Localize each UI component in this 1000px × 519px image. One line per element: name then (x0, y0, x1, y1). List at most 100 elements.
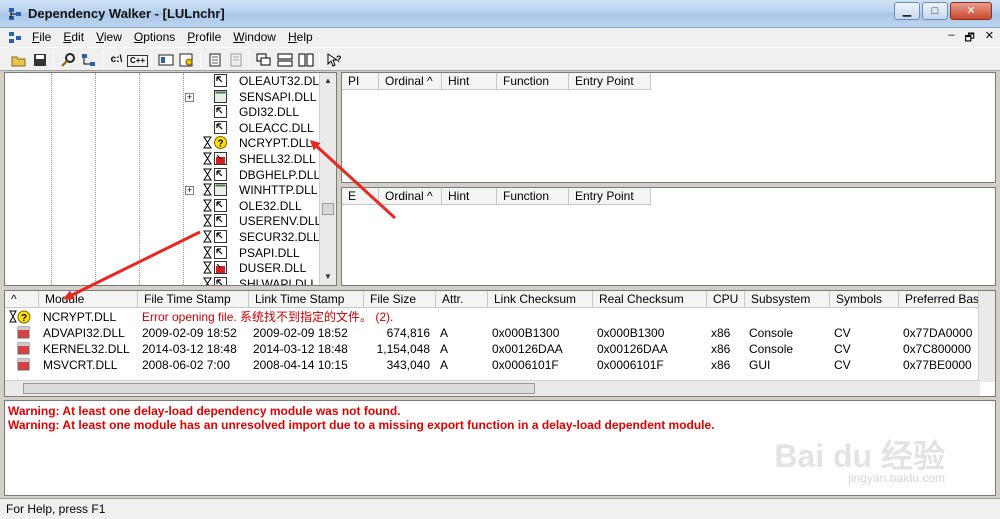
menu-bar: File Edit View Options Profile Window Help – 🗗… (0, 28, 1000, 47)
module-file-ts-cell: 2014-03-12 18:48 (142, 342, 237, 356)
maximize-button[interactable]: □ (922, 2, 948, 20)
context-help-icon[interactable]: ? (323, 50, 344, 69)
module-row[interactable]: MSVCRT.DLL 2008-06-02 7:00 2008-04-14 10:1… (5, 357, 989, 373)
tree-item[interactable]: DUSER.DLL (5, 260, 320, 276)
tree-item[interactable]: GDI32.DLL (5, 104, 320, 120)
tree-scroll-thumb[interactable] (322, 203, 334, 215)
properties-icon[interactable] (176, 50, 197, 69)
imports-header: PI Ordinal ^ Hint Function Entry Point (342, 73, 651, 90)
exports-pane[interactable]: E Ordinal ^ Hint Function Entry Point (341, 187, 996, 286)
module-list-header: ^ Module File Time Stamp Link Time Stamp Fil… (5, 291, 989, 308)
mdi-restore-button[interactable]: 🗗 (964, 29, 974, 48)
dependency-walker-app-icon (9, 8, 21, 20)
module-list-icon[interactable] (155, 50, 176, 69)
module-list-horizontal-scrollbar[interactable] (5, 380, 980, 396)
module-list-column-header[interactable]: Symbols (830, 291, 899, 308)
menu-profile[interactable]: Profile (183, 30, 229, 44)
tree-vertical-scrollbar[interactable]: ▲ ▼ (319, 73, 336, 285)
undecorate-cpp-button[interactable]: C++ (127, 54, 148, 67)
tree-item[interactable]: ? NCRYPT.DLL (5, 135, 320, 151)
exports-header: E Ordinal ^ Hint Function Entry Point (342, 188, 651, 205)
imports-column-header[interactable]: PI (342, 73, 379, 90)
module-list-column-header[interactable]: Preferred Base (899, 291, 989, 308)
module-list-column-header[interactable]: File Size (364, 291, 436, 308)
module-icon (214, 167, 227, 181)
tree-item-label: DUSER.DLL (239, 261, 307, 276)
tree-item[interactable]: OLEAUT32.DLL (5, 73, 326, 89)
module-row[interactable]: ADVAPI32.DLL 2009-02-09 18:52 2009-02-09 1… (5, 325, 989, 341)
module-list-column-header[interactable]: Link Time Stamp (249, 291, 364, 308)
external-viewer-icon[interactable] (204, 50, 225, 69)
module-row[interactable]: KERNEL32.DLL 2014-03-12 18:48 2014-03-12 1… (5, 341, 989, 357)
full-paths-button[interactable]: c:\ (106, 50, 127, 69)
parent-imports-pane[interactable]: PI Ordinal ^ Hint Function Entry Point (341, 72, 996, 183)
save-icon[interactable] (29, 50, 50, 69)
exports-column-header[interactable]: Function (497, 188, 569, 205)
imports-column-header[interactable]: Entry Point (569, 73, 651, 90)
tree-view-icon[interactable] (78, 50, 99, 69)
exports-column-header[interactable]: Entry Point (569, 188, 651, 205)
module-list-column-header[interactable]: Subsystem (745, 291, 830, 308)
tree-item[interactable]: SHLWAPI.DLL (5, 276, 320, 285)
tree-item-label: OLEACC.DLL (239, 120, 314, 135)
tree-item[interactable]: SHELL32.DLL (5, 151, 320, 167)
document-icon[interactable] (8, 31, 22, 44)
menu-file[interactable]: File (28, 30, 59, 44)
module-list-column-header[interactable]: Module (39, 291, 138, 308)
exports-column-header[interactable]: Ordinal ^ (379, 188, 442, 205)
module-ok-icon (5, 325, 39, 341)
dependency-tree-pane[interactable]: OLEAUT32.DLL + SENSAPI.DLL GDI32.DLL OLEACC.… (4, 72, 337, 286)
tree-item[interactable]: PSAPI.DLL (5, 245, 320, 261)
imports-column-header[interactable]: Function (497, 73, 569, 90)
tree-item[interactable]: USERENV.DLL (5, 213, 321, 229)
exports-column-header[interactable]: Hint (442, 188, 497, 205)
mdi-minimize-button[interactable]: – (948, 29, 954, 48)
log-pane[interactable]: Warning: At least one delay-load depende… (4, 400, 996, 496)
tree-item[interactable]: OLE32.DLL (5, 198, 320, 214)
module-link-ck-cell: 0x00126DAA (492, 342, 563, 356)
module-list-column-header[interactable]: CPU (707, 291, 745, 308)
module-attr-cell: A (440, 358, 449, 372)
configure-viewer-icon[interactable] (225, 50, 246, 69)
module-list-pane[interactable]: ^ Module File Time Stamp Link Time Stamp Fil… (4, 290, 996, 397)
imports-column-header[interactable]: Hint (442, 73, 497, 90)
module-list-column-header[interactable]: Real Checksum (593, 291, 707, 308)
tree-item[interactable]: + SENSAPI.DLL (5, 89, 320, 105)
menu-view[interactable]: View (92, 30, 130, 44)
tree-item[interactable]: SECUR32.DLL (5, 229, 320, 245)
mdi-close-button[interactable]: ✕ (985, 29, 994, 48)
tree-item[interactable]: OLEACC.DLL (5, 120, 320, 136)
module-list-vertical-scrollbar[interactable] (978, 291, 995, 382)
module-row[interactable]: ? NCRYPT.DLL Error opening file. 系统找不到指定的文… (5, 309, 638, 325)
module-list-column-header[interactable]: Link Checksum (488, 291, 593, 308)
cascade-windows-icon[interactable] (253, 50, 274, 69)
module-list-column-header[interactable]: Attr. (436, 291, 488, 308)
module-subsystem-cell: Console (749, 342, 794, 356)
menu-options[interactable]: Options (130, 30, 183, 44)
tree-item-label: SENSAPI.DLL (239, 89, 317, 104)
imports-column-header[interactable]: Ordinal ^ (379, 73, 442, 90)
scroll-down-arrow-icon[interactable]: ▼ (320, 269, 336, 285)
find-icon[interactable] (57, 50, 78, 69)
minimize-button[interactable]: ▁ (894, 2, 920, 20)
menu-list: File Edit View Options Profile Window Help (28, 30, 321, 44)
menu-help[interactable]: Help (284, 30, 321, 44)
tile-horizontal-icon[interactable] (274, 50, 295, 69)
expand-toggle-icon[interactable]: + (185, 92, 194, 102)
menu-window[interactable]: Window (229, 30, 284, 44)
scroll-up-arrow-icon[interactable]: ▲ (320, 73, 336, 89)
tree-item[interactable]: + WINHTTP.DLL (5, 182, 320, 198)
module-icon (214, 120, 227, 134)
menu-edit[interactable]: Edit (59, 30, 92, 44)
module-symbols-cell: CV (834, 358, 851, 372)
module-list-column-header[interactable]: File Time Stamp (138, 291, 249, 308)
module-list-column-header[interactable]: ^ (5, 291, 39, 308)
tree-item[interactable]: DBGHELP.DLL (5, 167, 320, 183)
open-icon[interactable] (8, 50, 29, 69)
horizontal-scroll-thumb[interactable] (23, 383, 535, 394)
exports-column-header[interactable]: E (342, 188, 379, 205)
missing-module-icon: ? (214, 136, 227, 150)
close-button[interactable]: ✕ (950, 2, 992, 20)
tile-vertical-icon[interactable] (295, 50, 316, 69)
expand-toggle-icon[interactable]: + (185, 186, 194, 196)
